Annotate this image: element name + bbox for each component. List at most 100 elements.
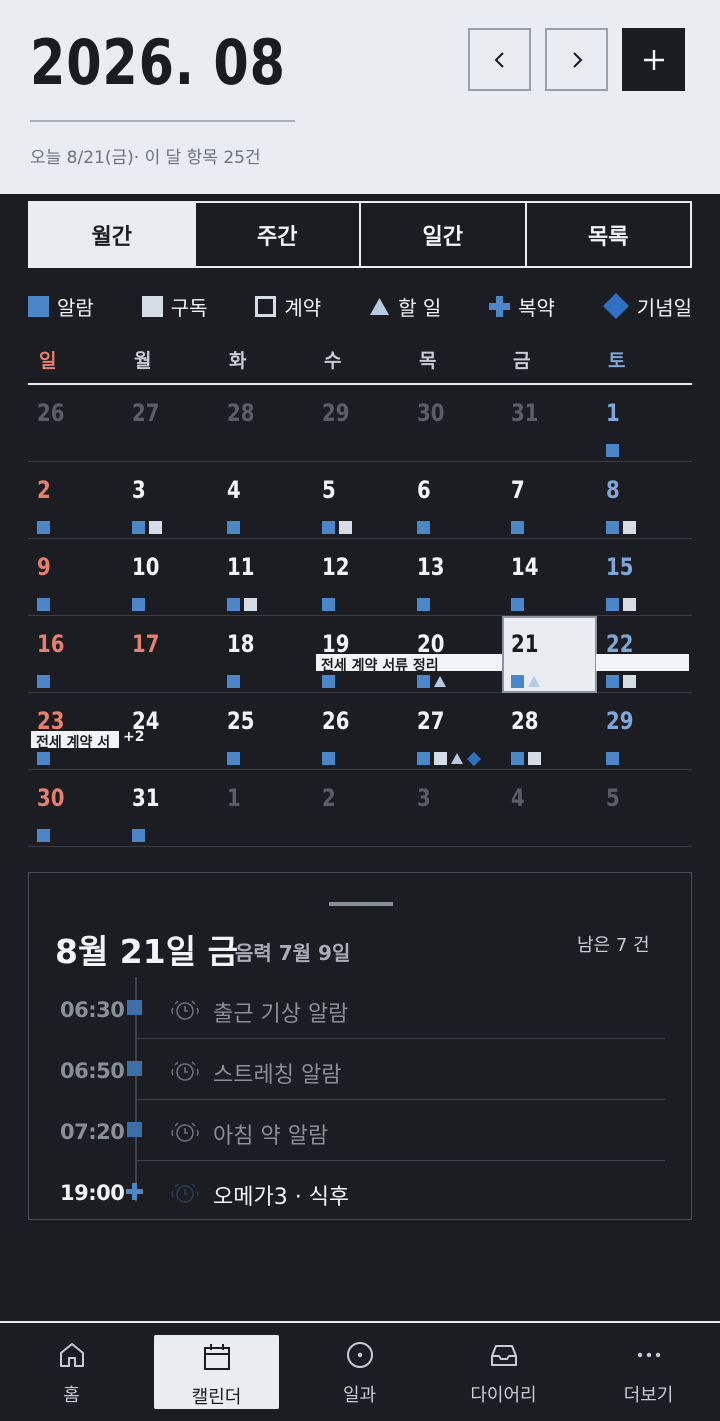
alarm-square-icon [417,521,430,534]
day-number: 3 [417,784,431,812]
nav-calendar[interactable]: 캘린더 [154,1335,279,1409]
day-cell[interactable]: 5 [597,770,692,847]
day-cell[interactable]: 30 [28,770,123,847]
day-cell[interactable]: 1 [218,770,313,847]
lunar-date: 음력 7월 9일 [235,941,351,965]
alarm-square-icon [28,295,49,317]
day-cell[interactable]: 3 [123,462,218,539]
day-cell[interactable]: 27 [408,693,503,770]
nav-label: 홈 [63,1385,80,1406]
day-cell[interactable]: 18 [218,616,313,693]
weekday-label: 일 [39,350,57,372]
alarm-square-icon [606,752,619,765]
schedule-item[interactable]: 19:00 오메가3 · 식후 [29,1161,691,1222]
day-cell[interactable]: 15 [597,539,692,616]
day-cell[interactable]: 4 [502,770,597,847]
day-cell[interactable]: 28 [502,693,597,770]
day-number: 27 [417,707,445,735]
alarm-square-icon [227,521,240,534]
day-cell[interactable]: 17 [123,616,218,693]
day-markers [511,521,524,534]
legend-label: 구독 [170,295,208,320]
subscription-square-icon [528,752,541,765]
day-cell[interactable]: 4 [218,462,313,539]
plus-icon [643,49,664,70]
item-label: 출근 기상 알람 [213,1002,349,1027]
day-number: 4 [227,476,241,504]
legend-anniversary: 기념일 [602,292,692,321]
day-number: 26 [322,707,350,735]
day-number: 30 [37,784,65,812]
day-number: 2 [37,476,51,504]
drag-handle[interactable] [329,902,393,906]
day-cell[interactable]: 29 [313,385,408,462]
more-events-count[interactable]: +2 [123,729,144,745]
day-cell[interactable]: 3 [408,770,503,847]
day-cell[interactable]: 14 [502,539,597,616]
schedule-item[interactable]: 06:50 스트레칭 알람 [29,1039,691,1100]
tab-list[interactable]: 목록 [527,203,691,266]
event-bar[interactable]: 전세 계약 서류 정리 [316,654,502,671]
day-cell[interactable]: 6 [408,462,503,539]
nav-diary[interactable]: 다이어리 [441,1333,566,1413]
day-cell[interactable]: 27 [123,385,218,462]
day-cell[interactable]: 26 [313,693,408,770]
day-cell[interactable]: 12 [313,539,408,616]
day-cell[interactable]: 30 [408,385,503,462]
day-markers [417,675,446,688]
schedule-item[interactable]: 06:30 출근 기상 알람 [29,978,691,1039]
add-item-button[interactable] [622,28,685,91]
nav-home[interactable]: 홈 [9,1333,134,1413]
subscription-square-icon [339,521,352,534]
day-cell[interactable]: 13 [408,539,503,616]
nav-routine[interactable]: 일과 [297,1333,422,1413]
legend-label: 복약 [518,295,555,320]
day-markers [132,829,145,842]
task-triangle-icon [434,676,446,687]
day-cell[interactable]: 1 [597,385,692,462]
tab-daily[interactable]: 일간 [361,203,527,266]
day-number: 15 [606,553,634,581]
day-cell[interactable]: 9 [28,539,123,616]
day-cell[interactable]: 2 [28,462,123,539]
alarm-square-icon [322,598,335,611]
weekday-label: 월 [134,350,152,372]
day-cell[interactable]: 7 [502,462,597,539]
day-number: 3 [132,476,146,504]
day-number: 1 [606,399,620,427]
alarm-square-icon [227,675,240,688]
day-number: 8 [606,476,620,504]
day-cell[interactable]: 26 [28,385,123,462]
schedule-item[interactable]: 07:20 아침 약 알람 [29,1100,691,1161]
tab-weekly[interactable]: 주간 [196,203,361,266]
day-number: 25 [227,707,255,735]
day-cell-today[interactable]: 21 [502,616,597,693]
item-time: 06:30 [60,998,125,1022]
item-time: 07:20 [60,1120,125,1144]
next-month-button[interactable] [545,28,608,91]
day-cell[interactable]: 25 [218,693,313,770]
prev-month-button[interactable] [468,28,531,91]
event-bar[interactable]: 전세 계약 서 [31,731,119,748]
day-cell[interactable]: 29 [597,693,692,770]
day-cell[interactable]: 31 [123,770,218,847]
alarm-square-icon [37,598,50,611]
day-cell[interactable]: 2 [313,770,408,847]
day-cell[interactable]: 8 [597,462,692,539]
day-markers [227,521,240,534]
nav-more[interactable]: 더보기 [586,1333,711,1413]
day-number: 28 [227,399,255,427]
day-cell[interactable]: 28 [218,385,313,462]
day-number: 9 [37,553,51,581]
day-markers [417,751,482,766]
tab-monthly[interactable]: 월간 [30,203,196,266]
day-cell[interactable]: 31 [502,385,597,462]
day-number: 14 [511,553,539,581]
event-bar-continued[interactable] [596,654,689,671]
day-cell[interactable]: 16 [28,616,123,693]
day-cell[interactable]: 5 [313,462,408,539]
day-cell[interactable]: 11 [218,539,313,616]
day-cell[interactable]: 10 [123,539,218,616]
day-markers [322,752,335,765]
day-markers [132,521,162,534]
